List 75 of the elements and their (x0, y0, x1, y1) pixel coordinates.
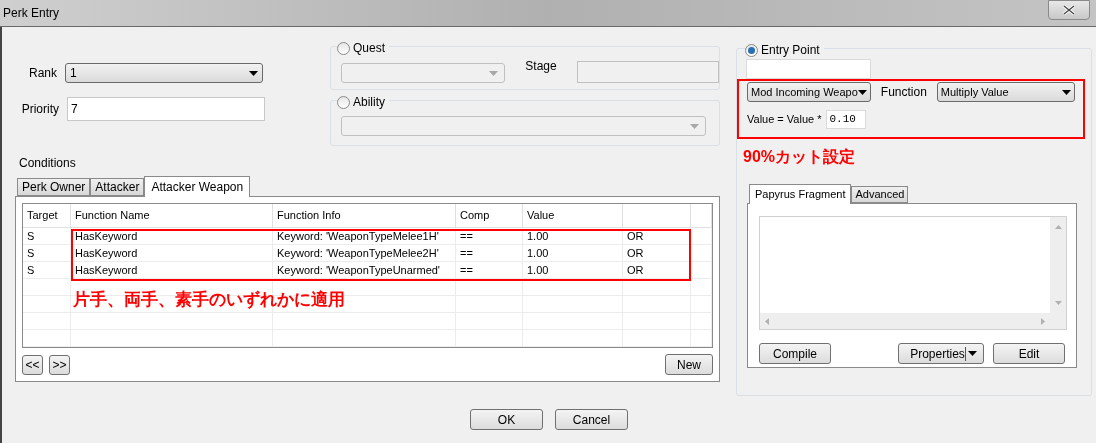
dialog-button[interactable]: Cancel (555, 409, 628, 430)
vertical-scrollbar[interactable] (1050, 217, 1066, 329)
annotation-text: 片手、両手、素手のいずれかに適用 (73, 289, 345, 311)
compile-button[interactable]: Compile (759, 343, 831, 364)
table-cell-text: == (460, 262, 473, 278)
formula-label: Value = Value * (747, 112, 822, 128)
close-icon (1063, 5, 1075, 15)
horizontal-scrollbar[interactable] (760, 313, 1050, 329)
nav-button[interactable]: >> (49, 354, 70, 375)
tab[interactable]: Perk Owner (17, 178, 91, 196)
caret-icon (1062, 89, 1071, 95)
conditions-label: Conditions (19, 155, 77, 172)
new-button[interactable]: New (665, 354, 713, 375)
caret-icon (967, 351, 977, 356)
tab[interactable]: Attacker Weapon (144, 176, 251, 197)
table-cell-text: OR (627, 262, 644, 278)
priority-field[interactable]: 7 (67, 97, 265, 121)
edit-button[interactable]: Edit (993, 343, 1065, 364)
function-label: Function (880, 84, 927, 101)
table-cell-text: HasKeyword (75, 245, 138, 261)
stage-label: Stage (525, 58, 557, 75)
column-header[interactable]: Target (27, 207, 58, 224)
tab[interactable]: Papyrus Fragment (749, 184, 852, 204)
table-cell-text: 1.00 (527, 228, 549, 244)
tab[interactable]: Advanced (851, 186, 909, 203)
table-cell-text: Keyword: 'WeaponTypeMelee2H' (277, 245, 439, 261)
table-cell-text: == (460, 228, 473, 244)
table-cell-text: OR (627, 228, 644, 244)
caret-icon (857, 89, 867, 95)
table-cell-text: Keyword: 'WeaponTypeMelee1H' (277, 228, 439, 244)
stage-field[interactable] (576, 61, 719, 83)
radio-button[interactable] (745, 43, 758, 57)
table-cell-text: HasKeyword (75, 228, 138, 244)
close-button[interactable] (1048, 0, 1090, 20)
entry-point-label: Entry Point (761, 42, 820, 59)
entry-point-dropdown[interactable]: Mod Incoming Weapo (747, 82, 871, 102)
entry-point-field[interactable] (746, 59, 871, 79)
rank-dropdown[interactable]: 1 (65, 63, 263, 83)
ability-label: Ability (353, 94, 385, 111)
quest-label: Quest (353, 40, 385, 57)
caret-icon (489, 70, 499, 76)
caret-icon (690, 123, 699, 129)
table-cell-text: OR (627, 245, 644, 261)
table-cell-text: 1.00 (527, 245, 549, 261)
quest-dropdown[interactable] (341, 63, 506, 83)
caret-icon (249, 70, 258, 76)
properties-button[interactable]: Properties (898, 343, 984, 364)
multiplier-field[interactable]: 0.10 (825, 110, 866, 129)
script-text-area[interactable] (759, 216, 1067, 330)
tab[interactable]: Attacker (90, 178, 145, 196)
table-cell-text: == (460, 245, 473, 261)
table-cell-text: 1.00 (527, 262, 549, 278)
radio-button[interactable] (337, 95, 350, 109)
dialog-button[interactable]: OK (470, 409, 543, 430)
function-dropdown[interactable]: Multiply Value (936, 82, 1075, 102)
table-cell-text: HasKeyword (75, 262, 138, 278)
nav-button[interactable]: << (22, 354, 43, 375)
up-arrow-icon (1054, 225, 1062, 229)
priority-label: Priority (20, 101, 60, 118)
radio-button[interactable] (337, 41, 350, 55)
rank-label: Rank (28, 65, 58, 82)
column-header[interactable]: Function Name (75, 207, 150, 224)
ability-dropdown[interactable] (341, 116, 706, 136)
right-arrow-icon (1041, 317, 1045, 325)
table-cell-text: Keyword: 'WeaponTypeUnarmed' (277, 262, 440, 278)
table-cell-text: S (27, 245, 35, 261)
annotation-text: 90%カット設定 (743, 147, 857, 167)
table-cell-text: S (27, 262, 35, 278)
column-header[interactable]: Function Info (277, 207, 341, 224)
column-header[interactable]: Value (527, 207, 555, 224)
column-header[interactable]: Comp (460, 207, 490, 224)
down-arrow-icon (1054, 301, 1062, 305)
window-title: Perk Entry (3, 5, 59, 22)
table-cell-text: S (27, 228, 35, 244)
left-arrow-icon (765, 317, 769, 325)
